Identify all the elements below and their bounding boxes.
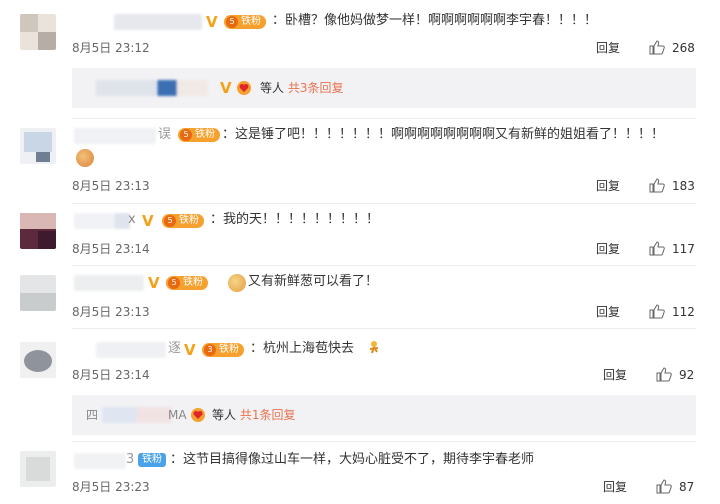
fan-badge[interactable]: 5 铁粉 (178, 128, 220, 142)
divider (72, 203, 696, 204)
fan-badge[interactable]: 5 铁粉 (224, 15, 266, 29)
username[interactable] (74, 453, 126, 469)
avatar[interactable] (20, 342, 56, 378)
username-tail: 逐 (168, 341, 182, 356)
comment-text: ：这是锤了吧！！！！！！！啊啊啊啊啊啊啊啊又有新鲜的姐姐看了！！！！ (222, 127, 665, 142)
reply-button[interactable]: 回复 (596, 305, 620, 319)
avatar[interactable] (20, 213, 56, 249)
like-count: 87 (679, 480, 695, 494)
avatar[interactable] (20, 14, 56, 50)
sub-reply-name-head: 四 (86, 408, 99, 422)
username[interactable] (74, 213, 114, 229)
thumbs-up-icon[interactable] (649, 304, 665, 319)
username[interactable] (74, 275, 144, 291)
sub-reply-bar: V 等人 共3条回复 (72, 68, 696, 108)
v-badge-icon: V (184, 341, 196, 359)
reply-button[interactable]: 回复 (596, 179, 620, 193)
fan-badge[interactable]: 铁粉 (138, 453, 166, 467)
comment-time: 8月5日 23:23 (72, 480, 150, 494)
divider (72, 265, 696, 266)
sub-reply-link[interactable]: 共1条回复 (240, 408, 296, 422)
thumbs-up-icon[interactable] (656, 367, 672, 382)
like-count: 112 (672, 305, 695, 319)
sub-reply-others: 等人 (212, 408, 237, 422)
doge-emoji-icon (228, 274, 246, 292)
thumbs-up-icon[interactable] (656, 479, 672, 494)
divider (72, 441, 696, 442)
comment-text: ：我的天！！！！！！！！！ (210, 212, 380, 227)
username[interactable] (114, 14, 202, 30)
reply-button[interactable]: 回复 (603, 368, 627, 382)
fan-level: 5 (226, 16, 238, 28)
avatar[interactable] (20, 275, 56, 311)
heart-badge-icon (191, 408, 205, 422)
comment-text: ：卧槽？像他妈做梦一样！啊啊啊啊啊啊李宇春！！！！ (272, 13, 598, 28)
comment-time: 8月5日 23:12 (72, 41, 150, 55)
comment-text: ：杭州上海苞快去 (250, 341, 355, 356)
thumbs-up-icon[interactable] (649, 241, 665, 256)
thumbs-up-icon[interactable] (649, 178, 665, 193)
avatar[interactable] (20, 128, 56, 164)
reply-button[interactable]: 回复 (596, 242, 620, 256)
like-count: 183 (672, 179, 695, 193)
v-badge-icon: V (206, 13, 218, 31)
fan-badge[interactable]: 5 铁粉 (162, 214, 204, 228)
comment-time: 8月5日 23:13 (72, 305, 150, 319)
like-count: 268 (672, 41, 695, 55)
doge-emoji-icon (76, 149, 94, 167)
like-count: 117 (672, 242, 695, 256)
sub-reply-bar: 四 MA 等人 共1条回复 (72, 395, 696, 435)
sub-reply-others: 等人 (260, 81, 285, 95)
fan-badge[interactable]: 3 铁粉 (202, 343, 244, 357)
divider (72, 118, 696, 119)
dancing-emoji-icon (369, 341, 379, 354)
reply-button[interactable]: 回复 (603, 480, 627, 494)
thumbs-up-icon[interactable] (649, 40, 665, 55)
comment-time: 8月5日 23:14 (72, 368, 150, 382)
divider (72, 328, 696, 329)
sub-reply-avatars (96, 80, 208, 96)
comment-text: ：这节目搞得像过山车一样，大妈心脏受不了，期待李宇春老师 (170, 452, 535, 467)
heart-badge-icon (237, 81, 251, 95)
username-tail: 3 (126, 452, 135, 467)
v-badge-icon: V (220, 79, 232, 97)
like-count: 92 (679, 368, 695, 382)
v-badge-icon: V (142, 212, 154, 230)
avatar[interactable] (20, 451, 56, 487)
comment-time: 8月5日 23:14 (72, 242, 150, 256)
username[interactable] (96, 342, 166, 358)
comment-text: 又有新鲜葱可以看了！ (248, 274, 379, 289)
v-badge-icon: V (148, 274, 160, 292)
username-tail: 误 (158, 127, 172, 142)
fan-badge[interactable]: 5 铁粉 (166, 276, 208, 290)
comment-time: 8月5日 23:13 (72, 179, 150, 193)
sub-reply-link[interactable]: 共3条回复 (288, 81, 344, 95)
reply-button[interactable]: 回复 (596, 41, 620, 55)
username[interactable] (74, 128, 156, 144)
username-tail: x (128, 212, 136, 227)
sub-reply-name-tail: MA (168, 408, 187, 422)
sub-reply-avatars (102, 407, 172, 423)
